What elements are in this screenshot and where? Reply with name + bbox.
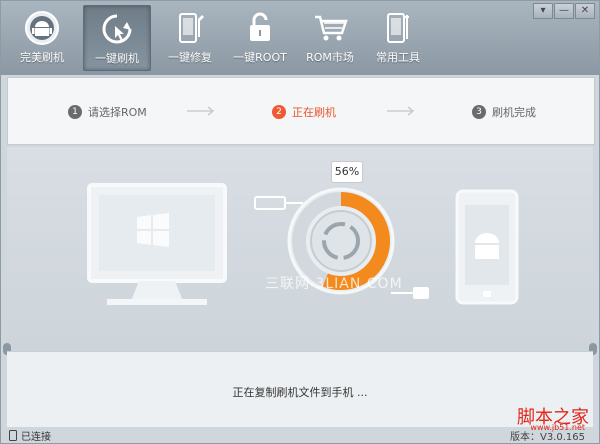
- step-flash-complete: 3 刷机完成: [472, 104, 536, 120]
- step-number: 2: [272, 105, 286, 119]
- tool-one-click-root[interactable]: 一键ROOT: [227, 5, 293, 69]
- monitor-icon: [87, 183, 227, 305]
- cart-icon: [315, 15, 348, 41]
- step-select-rom: 1 请选择ROM: [68, 104, 147, 120]
- tool-one-click-flash[interactable]: 一键刷机: [83, 5, 151, 71]
- flash-illustration-area: [7, 147, 593, 351]
- tool-label: 完美刷机: [20, 51, 64, 64]
- step-number: 1: [68, 105, 82, 119]
- app-window: 完美刷机 一键刷机 一键修复 一键ROOT ROM市场 常用工具 ▾ — ✕ 1…: [0, 0, 600, 444]
- progress-steps: 1 请选择ROM 2 正在刷机 3 刷机完成: [7, 77, 595, 145]
- arrow-right-icon: [187, 106, 215, 116]
- phone-small-icon: [9, 430, 17, 441]
- tool-perfect-flash[interactable]: 完美刷机: [9, 5, 75, 69]
- step-label: 请选择ROM: [88, 106, 147, 119]
- tool-label: 一键刷机: [95, 52, 139, 65]
- usb-plug-icon: [254, 196, 303, 210]
- minimize-button[interactable]: —: [554, 3, 574, 19]
- step-label: 刷机完成: [492, 106, 536, 119]
- phone-wrench-icon: [179, 13, 204, 43]
- step-flashing: 2 正在刷机: [272, 104, 336, 120]
- arrow-right-icon: [387, 106, 415, 116]
- tool-label: 常用工具: [376, 51, 420, 64]
- tool-rom-market[interactable]: ROM市场: [297, 5, 363, 69]
- menu-dropdown-button[interactable]: ▾: [533, 3, 553, 19]
- tool-label: 一键ROOT: [233, 51, 287, 64]
- progress-percent-bubble: 56%: [331, 161, 363, 183]
- watermark-text: 三联网 3LIAN.COM: [265, 276, 403, 292]
- window-controls: ▾ — ✕: [533, 3, 595, 19]
- close-button[interactable]: ✕: [575, 3, 595, 19]
- android-robot-icon: [25, 11, 59, 45]
- tool-common-tools[interactable]: 常用工具: [365, 5, 431, 69]
- status-panel: 正在复制刷机文件到手机 ...: [7, 351, 593, 428]
- status-message: 正在复制刷机文件到手机 ...: [232, 386, 368, 399]
- phone-tools-icon: [387, 13, 409, 43]
- toolbar: 完美刷机 一键刷机 一键修复 一键ROOT ROM市场 常用工具 ▾ — ✕: [1, 1, 599, 75]
- step-label: 正在刷机: [292, 106, 336, 119]
- tool-one-click-repair[interactable]: 一键修复: [157, 5, 223, 69]
- status-bar: 已连接 版本：V3.0.165: [1, 427, 599, 443]
- connection-label: 已连接: [21, 432, 51, 443]
- tool-label: ROM市场: [306, 51, 354, 64]
- unlock-icon: [250, 12, 270, 41]
- brand-url: www.jb51.net: [530, 423, 585, 432]
- step-number: 3: [472, 105, 486, 119]
- phone-icon: [455, 189, 519, 305]
- tool-label: 一键修复: [168, 51, 212, 64]
- connection-status: 已连接: [9, 428, 51, 443]
- flash-illustration: [87, 183, 519, 305]
- refresh-hand-icon: [102, 14, 132, 44]
